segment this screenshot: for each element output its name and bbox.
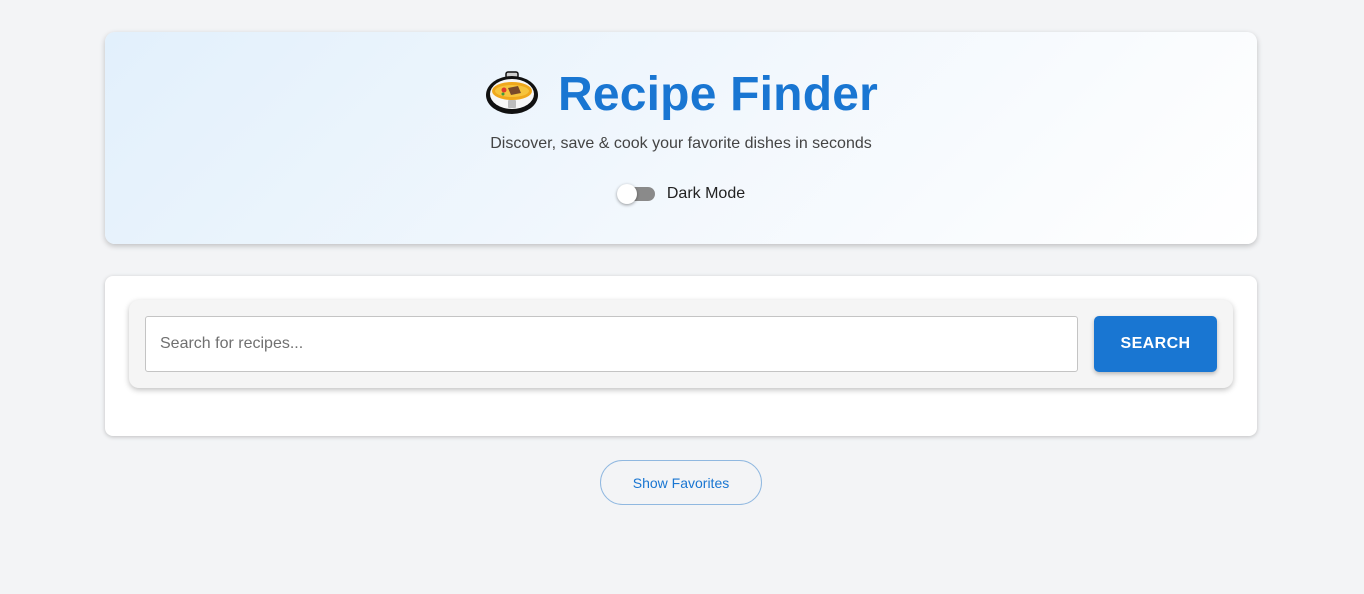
dark-mode-row: Dark Mode (105, 183, 1257, 205)
page-title: Recipe Finder (557, 67, 878, 121)
app-page: Recipe Finder Discover, save & cook your… (0, 0, 1364, 594)
dark-mode-label: Dark Mode (666, 185, 746, 202)
search-button[interactable]: SEARCH (1094, 316, 1217, 372)
search-input[interactable] (145, 316, 1078, 372)
header-card: Recipe Finder Discover, save & cook your… (105, 32, 1257, 244)
search-card: SEARCH (105, 276, 1257, 436)
search-bar: SEARCH (129, 300, 1233, 388)
pot-of-food-icon (484, 70, 540, 118)
toggle-knob (616, 184, 637, 204)
show-favorites-button[interactable]: Show Favorites (600, 460, 762, 505)
page-subtitle: Discover, save & cook your favorite dish… (490, 135, 872, 152)
dark-mode-toggle[interactable] (616, 184, 655, 204)
title-row: Recipe Finder (105, 67, 1257, 121)
